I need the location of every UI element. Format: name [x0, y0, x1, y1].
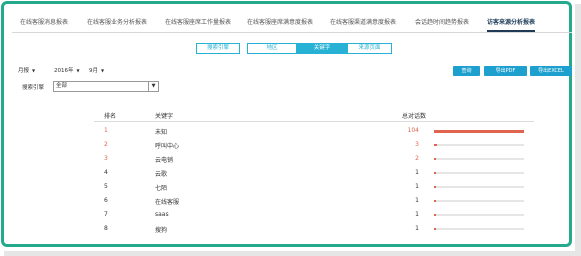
bar-track [434, 172, 524, 174]
bar-track [434, 200, 524, 202]
engine-select-value: 全部 [56, 83, 68, 89]
tab-channel-satisfaction[interactable]: 在线客服渠道满意度报表 [330, 17, 396, 26]
segment-source-page[interactable]: 来源页面 [347, 43, 392, 54]
bar-fill [434, 214, 436, 216]
tab-visitor-source[interactable]: 访客来源分析报表 [487, 17, 536, 32]
chevron-down-icon: ▼ [99, 68, 105, 73]
total-cell: 1 [415, 197, 419, 204]
period-select[interactable]: 月报 ▼ [18, 66, 35, 74]
frame-shadow-bottom [4, 251, 581, 256]
chevron-down-icon: ▼ [30, 68, 36, 73]
keyword-cell: 七陌 [155, 185, 168, 192]
rank-cell: 6 [104, 197, 108, 204]
frame-shadow-right [575, 4, 581, 254]
keyword-cell: saas [155, 211, 169, 218]
rank-cell: 5 [104, 183, 108, 190]
rank-cell: 7 [104, 211, 108, 218]
rank-cell: 4 [104, 169, 108, 176]
keyword-cell: 云电销 [155, 157, 174, 164]
keyword-cell: 在线客服 [155, 199, 180, 206]
total-cell: 1 [415, 225, 419, 232]
year-select[interactable]: 2016年 ▼ [54, 66, 80, 74]
total-cell: 1 [415, 211, 419, 218]
bar-track [434, 228, 524, 230]
export-pdf-button[interactable]: 导出PDF [484, 66, 527, 76]
keyword-cell: 呼叫中心 [155, 143, 180, 150]
month-select[interactable]: 9月 ▼ [89, 66, 104, 74]
query-button[interactable]: 查询 [453, 66, 480, 76]
bar-fill [434, 158, 436, 160]
year-value: 2016年 [54, 68, 74, 74]
tab-agent-workload[interactable]: 在线客服座席工作量报表 [165, 17, 231, 26]
bar-fill [434, 186, 436, 188]
bar-track [434, 129, 524, 133]
tab-session-trend[interactable]: 会话趋时间趋势报表 [415, 17, 469, 26]
chevron-down-icon: ▼ [148, 82, 158, 91]
total-cell: 1 [415, 183, 419, 190]
period-value: 月报 [18, 68, 30, 74]
total-cell: 104 [407, 127, 419, 134]
rank-cell: 8 [104, 225, 108, 232]
rank-cell: 1 [104, 127, 108, 134]
keyword-cell: 未知 [155, 129, 168, 136]
export-excel-button[interactable]: 导出EXCEL [530, 66, 572, 76]
bar-track [434, 186, 524, 188]
tab-message-report[interactable]: 在线客服消息报表 [20, 17, 68, 26]
bar-fill [434, 172, 436, 174]
segment-search-engine[interactable]: 搜索引擎 [196, 43, 240, 54]
bar-fill [434, 228, 436, 230]
keyword-header: 关键字 [155, 113, 174, 120]
engine-filter-label: 搜索引擎 [22, 85, 45, 91]
total-header: 总对话数 [402, 113, 427, 120]
segment-region[interactable]: 地区 [247, 43, 297, 54]
tab-agent-satisfaction[interactable]: 在线客服座席满意度报表 [247, 17, 313, 26]
bar-track [434, 214, 524, 216]
bar-track [434, 144, 524, 146]
rank-cell: 2 [104, 141, 108, 148]
report-tabs: 在线客服消息报表 在线客服业务分析报表 在线客服座席工作量报表 在线客服座席满意… [12, 14, 572, 33]
rank-header: 排名 [104, 113, 117, 120]
month-value: 9月 [89, 68, 98, 74]
total-cell: 1 [415, 169, 419, 176]
report-window: 在线客服消息报表 在线客服业务分析报表 在线客服座席工作量报表 在线客服座席满意… [1, 1, 572, 247]
chevron-down-icon: ▼ [75, 68, 80, 73]
bar-track [434, 158, 524, 160]
engine-select[interactable]: 全部 ▼ [53, 81, 159, 92]
keyword-cell: 搜狗 [155, 227, 168, 234]
bar-fill [434, 200, 436, 202]
rank-cell: 3 [104, 155, 108, 162]
bar-fill [434, 129, 524, 133]
tab-business-analysis[interactable]: 在线客服业务分析报表 [87, 17, 147, 26]
segment-keyword[interactable]: 关键字 [297, 43, 347, 54]
total-cell: 2 [415, 155, 419, 162]
keyword-cell: 云歌 [155, 171, 168, 178]
bar-fill [434, 144, 437, 146]
header-divider [94, 121, 534, 122]
total-cell: 3 [415, 141, 419, 148]
